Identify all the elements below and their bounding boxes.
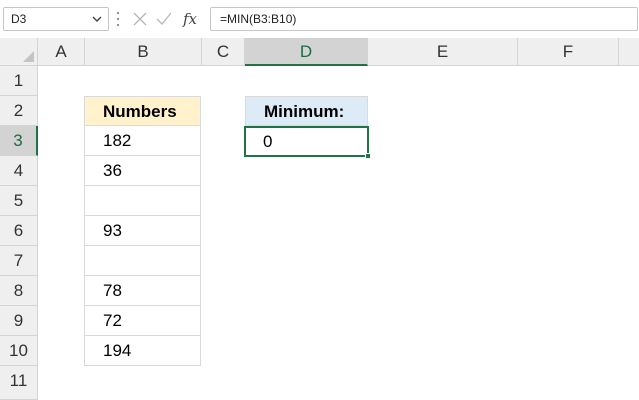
row-header-9[interactable]: 9 [0, 306, 38, 336]
formula-text: =MIN(B3:B10) [220, 12, 297, 26]
minimum-header-cell[interactable]: Minimum: [245, 96, 368, 126]
cell-b4[interactable]: 36 [84, 156, 201, 186]
row-header-4[interactable]: 4 [0, 156, 38, 186]
chevron-down-icon[interactable] [90, 10, 104, 28]
formula-input[interactable]: =MIN(B3:B10) [210, 7, 638, 31]
row-header-7[interactable]: 7 [0, 246, 38, 276]
cell-b3[interactable]: 182 [84, 126, 201, 156]
name-box[interactable]: D3 [3, 7, 109, 31]
active-cell-d3[interactable]: 0 [244, 126, 369, 157]
row-header-8[interactable]: 8 [0, 276, 38, 306]
close-icon[interactable] [128, 7, 152, 31]
cell-b6[interactable]: 93 [84, 216, 201, 246]
cell-b5[interactable] [84, 186, 201, 216]
column-header-g[interactable] [619, 38, 639, 66]
row-header-6[interactable]: 6 [0, 216, 38, 246]
cell-b9[interactable]: 72 [84, 306, 201, 336]
row-header-1[interactable]: 1 [0, 66, 38, 96]
insert-function-button[interactable]: fx [178, 7, 202, 31]
column-header-b[interactable]: B [85, 38, 202, 66]
formula-actions: fx [128, 7, 203, 31]
fill-handle[interactable] [365, 153, 371, 159]
cell-b7[interactable] [84, 246, 201, 276]
select-all-button[interactable] [0, 38, 38, 66]
row-header-5[interactable]: 5 [0, 186, 38, 216]
row-header-3[interactable]: 3 [0, 126, 38, 156]
row-header-10[interactable]: 10 [0, 336, 38, 366]
worksheet-grid[interactable]: A B C D E F 1 2 3 4 5 6 7 8 9 10 11 Numb… [0, 38, 639, 400]
cell-b10[interactable]: 194 [84, 336, 201, 366]
column-header-e[interactable]: E [368, 38, 518, 66]
more-options-icon[interactable] [116, 9, 120, 29]
row-header-2[interactable]: 2 [0, 96, 38, 126]
name-box-value: D3 [11, 12, 27, 26]
column-header-d[interactable]: D [245, 38, 368, 66]
column-header-a[interactable]: A [38, 38, 85, 66]
numbers-header-cell[interactable]: Numbers [84, 96, 201, 126]
check-icon[interactable] [152, 7, 176, 31]
column-header-f[interactable]: F [518, 38, 619, 66]
formula-bar: D3 fx =MIN(B3:B10) [0, 0, 639, 38]
row-header-11[interactable]: 11 [0, 366, 38, 400]
cell-b8[interactable]: 78 [84, 276, 201, 306]
column-header-c[interactable]: C [202, 38, 245, 66]
